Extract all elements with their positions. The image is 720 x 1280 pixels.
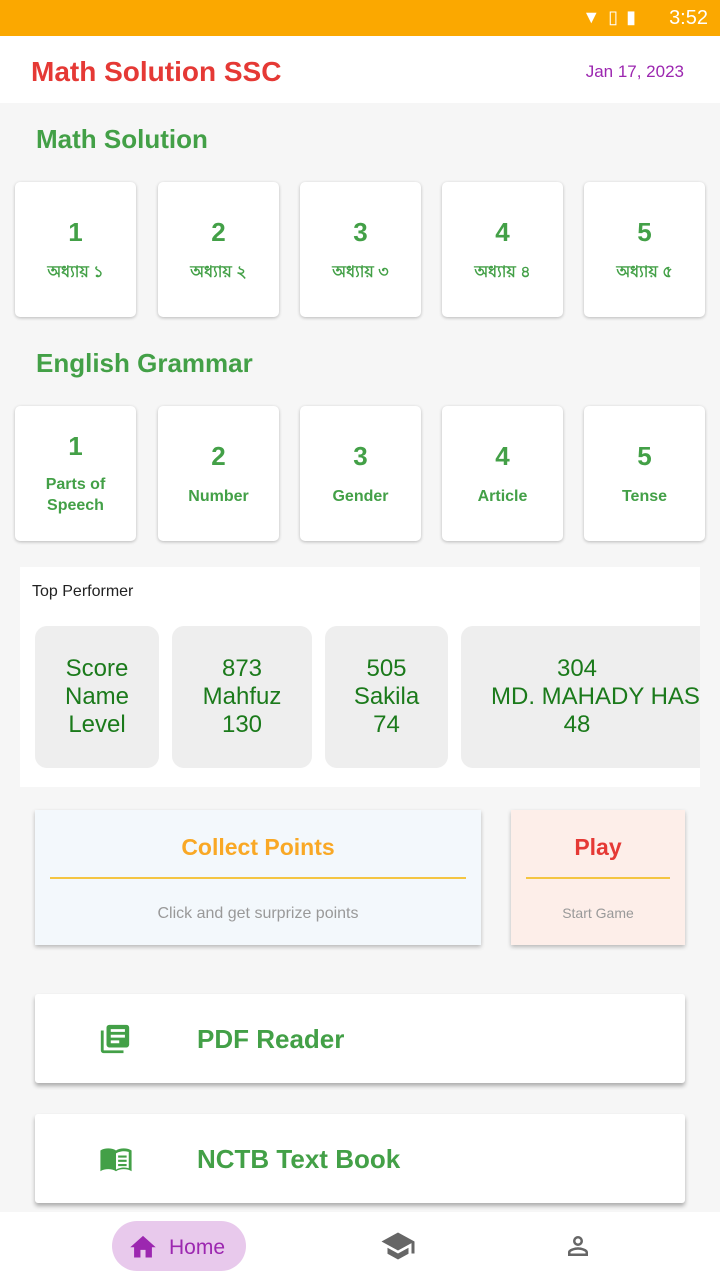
card-label: অধ্যায় ২ <box>190 263 247 281</box>
card-label: অধ্যায় ১ <box>47 263 104 281</box>
card-number: 5 <box>637 216 652 247</box>
performer-level: 74 <box>373 711 400 738</box>
top-performer-panel: Top Performer Score Name Level 873 Mahfu… <box>20 567 700 787</box>
math-card[interactable]: 4 অধ্যায় ৪ <box>442 182 563 317</box>
play-title: Play <box>574 834 622 860</box>
performer-level: 48 <box>563 711 591 738</box>
math-card[interactable]: 3 অধ্যায় ৩ <box>300 182 421 317</box>
divider <box>50 877 466 879</box>
math-card[interactable]: 2 অধ্যায় ২ <box>158 182 279 317</box>
person-icon[interactable] <box>563 1231 593 1261</box>
collect-points-title: Collect Points <box>181 834 335 860</box>
card-number: 4 <box>495 440 510 471</box>
divider <box>526 877 670 879</box>
card-number: 1 <box>68 431 83 461</box>
math-card[interactable]: 1 অধ্যায় ১ <box>15 182 136 317</box>
score-header: Score <box>65 655 129 682</box>
nav-home-label: Home <box>169 1236 226 1259</box>
performer-card[interactable]: 304 MD. MAHADY HASAN 48 <box>461 626 700 768</box>
card-label: Parts of Speech <box>45 476 106 514</box>
card-label: Tense <box>621 487 668 505</box>
collect-points-subtitle: Click and get surprize points <box>157 905 359 922</box>
newspaper-icon <box>100 1024 130 1054</box>
book-icon <box>100 1148 132 1172</box>
card-number: 1 <box>68 216 83 247</box>
performer-score: 873 <box>221 655 263 682</box>
date-label: Jan 17, 2023 <box>585 62 684 81</box>
play-subtitle: Start Game <box>562 905 634 921</box>
bottom-navigation: Home <box>0 1212 720 1280</box>
performer-header-card: Score Name Level <box>35 626 159 768</box>
math-section-title: Math Solution <box>36 124 208 154</box>
card-number: 4 <box>495 216 510 247</box>
app-title: Math Solution SSC <box>31 56 282 87</box>
nctb-text-book-button[interactable]: NCTB Text Book <box>35 1114 685 1203</box>
nctb-text-book-label: NCTB Text Book <box>197 1144 401 1174</box>
performer-level: 130 <box>221 711 263 738</box>
grammar-card[interactable]: 4 Article <box>442 406 563 541</box>
nav-home[interactable]: Home <box>112 1221 246 1271</box>
card-number: 3 <box>353 440 368 471</box>
card-number: 5 <box>637 440 652 471</box>
performer-name: Sakila <box>353 683 420 710</box>
grammar-card[interactable]: 1 Parts of Speech <box>15 406 136 541</box>
performer-name: Mahfuz <box>202 683 282 710</box>
status-bar: ▼▯▮ 3:52 <box>0 0 720 36</box>
status-time: 3:52 <box>669 7 708 29</box>
card-label: অধ্যায় ৫ <box>616 263 673 281</box>
performer-card[interactable]: 505 Sakila 74 <box>325 626 448 768</box>
home-icon <box>130 1235 156 1258</box>
level-header: Level <box>68 711 126 738</box>
grammar-section-title: English Grammar <box>36 348 253 378</box>
pdf-reader-label: PDF Reader <box>197 1024 345 1054</box>
card-label: অধ্যায় ৩ <box>332 263 389 281</box>
card-label: Gender <box>332 487 389 505</box>
top-performer-title: Top Performer <box>32 583 134 600</box>
card-number: 2 <box>211 440 226 471</box>
pdf-reader-button[interactable]: PDF Reader <box>35 994 685 1083</box>
math-card[interactable]: 5 অধ্যায় ৫ <box>584 182 705 317</box>
grammar-card[interactable]: 2 Number <box>158 406 279 541</box>
app-bar: Math Solution SSC Jan 17, 2023 <box>0 36 720 103</box>
grammar-card[interactable]: 3 Gender <box>300 406 421 541</box>
card-number: 2 <box>211 216 226 247</box>
name-header: Name <box>64 683 130 710</box>
grammar-card[interactable]: 5 Tense <box>584 406 705 541</box>
performer-score: 304 <box>556 655 598 682</box>
card-label: Article <box>477 487 528 505</box>
graduation-cap-icon[interactable] <box>380 1231 416 1261</box>
card-label: Number <box>188 487 249 505</box>
card-number: 3 <box>353 216 368 247</box>
performer-score: 505 <box>366 655 407 682</box>
collect-points-card[interactable]: Collect Points Click and get surprize po… <box>35 810 481 945</box>
card-label: অধ্যায় ৪ <box>474 263 531 281</box>
performer-card[interactable]: 873 Mahfuz 130 <box>172 626 312 768</box>
play-card[interactable]: Play Start Game <box>511 810 685 945</box>
performer-name: MD. MAHADY HASAN <box>491 683 700 710</box>
status-icons: ▼▯▮ <box>582 7 644 27</box>
